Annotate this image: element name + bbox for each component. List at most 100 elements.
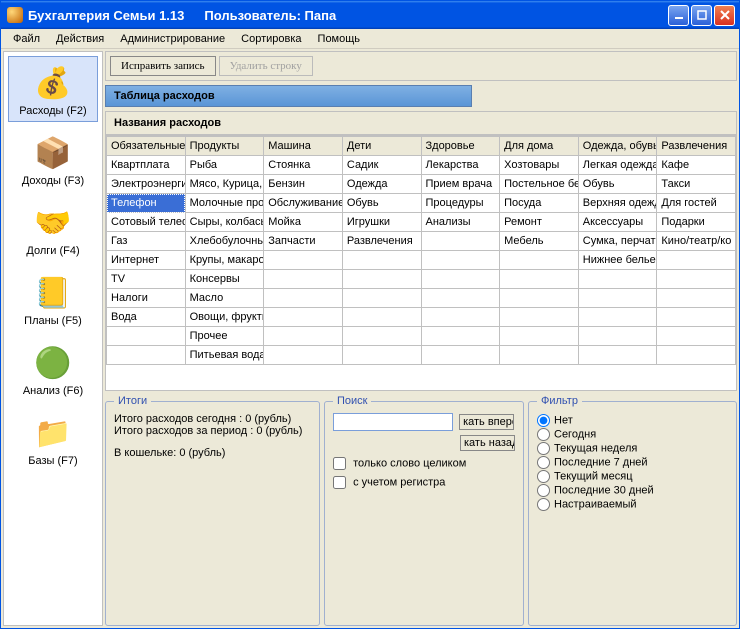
table-cell[interactable] xyxy=(500,327,579,346)
menu-help[interactable]: Помощь xyxy=(310,31,369,47)
table-cell[interactable] xyxy=(342,270,421,289)
table-cell[interactable]: Консервы xyxy=(185,270,264,289)
table-cell[interactable]: Обслуживание xyxy=(264,194,343,213)
table-cell[interactable]: Садик xyxy=(342,156,421,175)
table-cell[interactable] xyxy=(578,346,657,365)
table-cell[interactable] xyxy=(500,308,579,327)
table-cell[interactable]: Одежда xyxy=(342,175,421,194)
column-header[interactable]: Дети xyxy=(342,137,421,156)
whole-word-checkbox[interactable] xyxy=(333,457,346,470)
table-cell[interactable]: Хозтовары xyxy=(500,156,579,175)
table-cell[interactable] xyxy=(500,251,579,270)
table-cell[interactable]: Стоянка xyxy=(264,156,343,175)
table-cell[interactable]: Запчасти xyxy=(264,232,343,251)
table-cell[interactable]: Сыры, колбасы xyxy=(185,213,264,232)
menu-actions[interactable]: Действия xyxy=(48,31,112,47)
table-cell[interactable]: Аксессуары xyxy=(578,213,657,232)
search-forward-button[interactable]: кать вперед xyxy=(459,414,514,430)
search-back-button[interactable]: кать назад xyxy=(460,435,515,451)
table-cell[interactable] xyxy=(657,251,736,270)
table-cell[interactable]: Масло xyxy=(185,289,264,308)
sidebar-item-income[interactable]: 📦 Доходы (F3) xyxy=(8,126,98,192)
table-cell[interactable]: Прочее xyxy=(185,327,264,346)
sidebar-item-plans[interactable]: 📒 Планы (F5) xyxy=(8,266,98,332)
table-cell[interactable]: Рыба xyxy=(185,156,264,175)
table-cell[interactable] xyxy=(107,327,186,346)
table-cell[interactable]: Посуда xyxy=(500,194,579,213)
column-header[interactable]: Развлечения xyxy=(657,137,736,156)
table-cell[interactable] xyxy=(342,346,421,365)
filter-radio[interactable] xyxy=(537,442,550,455)
table-cell[interactable] xyxy=(264,327,343,346)
table-cell[interactable]: Квартплата xyxy=(107,156,186,175)
edit-record-button[interactable]: Исправить запись xyxy=(110,56,216,76)
sidebar-item-expenses[interactable]: 💰 Расходы (F2) xyxy=(8,56,98,122)
menu-file[interactable]: Файл xyxy=(5,31,48,47)
table-cell[interactable] xyxy=(578,327,657,346)
table-cell[interactable] xyxy=(657,346,736,365)
table-cell[interactable] xyxy=(421,308,500,327)
table-cell[interactable]: Такси xyxy=(657,175,736,194)
table-cell[interactable]: Кафе xyxy=(657,156,736,175)
table-cell[interactable]: Электроэнергия xyxy=(107,175,186,194)
table-cell[interactable] xyxy=(421,270,500,289)
table-cell[interactable]: Молочные продукты xyxy=(185,194,264,213)
column-header[interactable]: Одежда, обувь xyxy=(578,137,657,156)
column-header[interactable]: Обязательные xyxy=(107,137,186,156)
table-cell[interactable]: Вода xyxy=(107,308,186,327)
filter-radio[interactable] xyxy=(537,470,550,483)
filter-radio[interactable] xyxy=(537,456,550,469)
table-cell[interactable]: Обувь xyxy=(342,194,421,213)
table-cell[interactable]: Крупы, макароны xyxy=(185,251,264,270)
filter-option[interactable]: Настраиваемый xyxy=(537,498,728,511)
filter-option[interactable]: Последние 30 дней xyxy=(537,484,728,497)
table-cell[interactable]: Прием врача xyxy=(421,175,500,194)
table-cell[interactable]: Питьевая вода xyxy=(185,346,264,365)
table-cell[interactable] xyxy=(264,308,343,327)
column-header[interactable]: Здоровье xyxy=(421,137,500,156)
table-cell[interactable]: Хлебобулочные xyxy=(185,232,264,251)
maximize-button[interactable] xyxy=(691,5,712,26)
minimize-button[interactable] xyxy=(668,5,689,26)
table-cell[interactable]: Кино/театр/ко xyxy=(657,232,736,251)
table-cell[interactable] xyxy=(421,251,500,270)
table-cell[interactable] xyxy=(500,289,579,308)
filter-option[interactable]: Сегодня xyxy=(537,428,728,441)
table-cell[interactable]: Обувь xyxy=(578,175,657,194)
whole-word-option[interactable]: только слово целиком xyxy=(333,457,515,470)
delete-row-button[interactable]: Удалить строку xyxy=(219,56,313,76)
search-input[interactable] xyxy=(333,413,453,431)
table-cell[interactable] xyxy=(578,270,657,289)
table-cell[interactable] xyxy=(421,327,500,346)
table-cell[interactable] xyxy=(342,327,421,346)
table-cell[interactable] xyxy=(500,270,579,289)
table-cell[interactable]: Развлечения xyxy=(342,232,421,251)
table-cell[interactable]: Мясо, Курица, xyxy=(185,175,264,194)
table-cell[interactable]: Мойка xyxy=(264,213,343,232)
filter-radio[interactable] xyxy=(537,414,550,427)
filter-radio[interactable] xyxy=(537,428,550,441)
table-cell[interactable] xyxy=(657,308,736,327)
table-cell[interactable] xyxy=(578,308,657,327)
table-cell[interactable] xyxy=(421,289,500,308)
sidebar-item-databases[interactable]: 📁 Базы (F7) xyxy=(8,406,98,472)
table-cell[interactable] xyxy=(107,346,186,365)
filter-radio[interactable] xyxy=(537,484,550,497)
filter-option[interactable]: Текущая неделя xyxy=(537,442,728,455)
table-cell[interactable] xyxy=(342,308,421,327)
table-cell[interactable] xyxy=(342,289,421,308)
table-cell[interactable]: Постельное белье xyxy=(500,175,579,194)
table-cell[interactable] xyxy=(421,232,500,251)
table-cell[interactable]: Для гостей xyxy=(657,194,736,213)
column-header[interactable]: Для дома xyxy=(500,137,579,156)
table-cell[interactable] xyxy=(500,346,579,365)
menu-sort[interactable]: Сортировка xyxy=(233,31,309,47)
table-cell[interactable] xyxy=(657,327,736,346)
expenses-table[interactable]: ОбязательныеПродуктыМашинаДетиЗдоровьеДл… xyxy=(106,136,736,365)
filter-option[interactable]: Последние 7 дней xyxy=(537,456,728,469)
table-cell[interactable]: Легкая одежда xyxy=(578,156,657,175)
sidebar-item-analysis[interactable]: 🟢 Анализ (F6) xyxy=(8,336,98,402)
case-option[interactable]: с учетом регистра xyxy=(333,476,515,489)
close-button[interactable] xyxy=(714,5,735,26)
filter-radio[interactable] xyxy=(537,498,550,511)
